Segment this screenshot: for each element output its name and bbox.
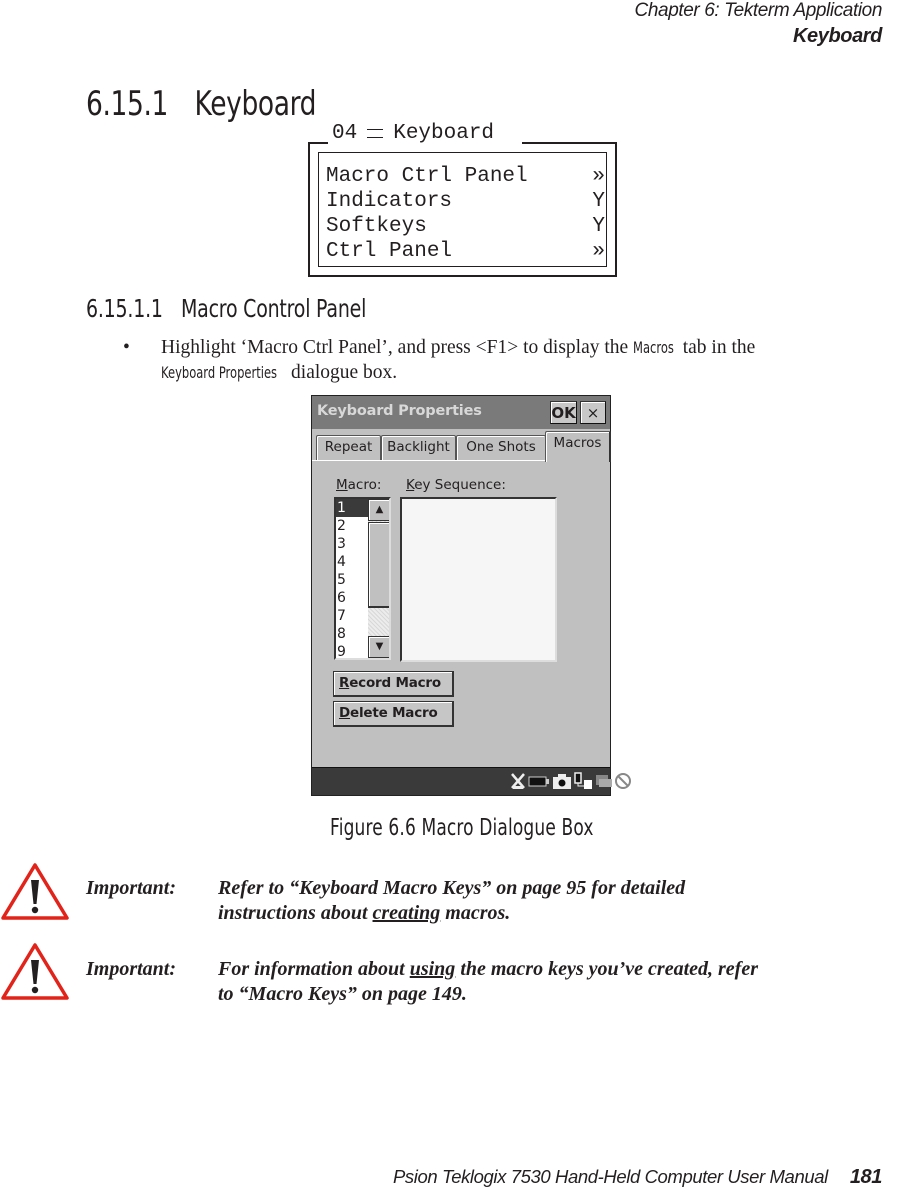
- menu-item-value: »: [592, 165, 605, 188]
- subsection-title: Macro Control Panel: [180, 294, 367, 323]
- ui-term-keyboard-properties: Keyboard Properties: [161, 363, 278, 382]
- macro-list-item[interactable]: 8: [336, 625, 369, 643]
- tab-macros[interactable]: Macros: [545, 431, 611, 462]
- tab-backlight[interactable]: Backlight: [381, 435, 456, 460]
- menu-item-label: Softkeys: [326, 215, 427, 238]
- dialog-title: Keyboard Properties: [317, 403, 482, 419]
- note-text: instructions about: [218, 902, 373, 924]
- scroll-up-arrow-icon[interactable]: ▲: [368, 499, 389, 521]
- menu-item-label: Indicators: [326, 190, 453, 213]
- page-footer: Psion Teklogix 7530 Hand-Held Computer U…: [393, 1166, 882, 1189]
- macro-listbox[interactable]: 1 2 3 4 5 6 7 8 9 ▲ ▼: [334, 497, 391, 660]
- screen-number: 04: [332, 122, 358, 145]
- macro-list-item[interactable]: 3: [336, 535, 369, 553]
- important-note-text: For information about using the macro ke…: [218, 957, 858, 1007]
- text-part: tab in the: [677, 337, 756, 358]
- text-part: dialogue box.: [286, 362, 398, 383]
- tab-bar: Repeat Backlight One Shots Macros: [316, 431, 611, 462]
- delete-macro-button[interactable]: Delete Macro: [333, 701, 454, 727]
- label-text: acro:: [347, 477, 382, 493]
- warning-icon: [1, 943, 69, 1000]
- screen-title: Keyboard: [393, 122, 495, 145]
- tab-one-shots[interactable]: One Shots: [456, 435, 546, 460]
- menu-item-value: Y: [592, 215, 605, 238]
- key-sequence-field[interactable]: [400, 497, 557, 662]
- figure-caption: Figure 6.6 Macro Dialogue Box: [330, 815, 594, 841]
- note-line: to “Macro Keys” on page 149.: [218, 983, 467, 1005]
- terminal-menu-screen: 04 Keyboard Macro Ctrl Panel » Indicator…: [308, 122, 617, 277]
- menu-item-indicators[interactable]: Indicators Y: [326, 189, 605, 214]
- no-network-icon: [510, 772, 526, 790]
- menu-item-value: »: [592, 240, 605, 263]
- note-text: For information about: [218, 958, 410, 980]
- terminal-menu-rows: Macro Ctrl Panel » Indicators Y Softkeys…: [326, 164, 605, 264]
- ui-term-macros: Macros: [633, 338, 674, 357]
- button-label: elete Macro: [350, 705, 438, 721]
- bullet-text: Highlight ‘Macro Ctrl Panel’, and press …: [161, 335, 843, 385]
- menu-item-label: Macro Ctrl Panel: [326, 165, 528, 188]
- section-number: 6.15.1: [86, 84, 169, 124]
- section-heading: 6.15.1 Keyboard: [86, 84, 316, 124]
- tab-repeat[interactable]: Repeat: [316, 435, 381, 460]
- accel-key: K: [406, 477, 415, 493]
- subsection-heading: 6.15.1.1 Macro Control Panel: [86, 294, 366, 323]
- macro-list-scrollbar[interactable]: ▲ ▼: [368, 499, 389, 658]
- menu-item-macro-ctrl-panel[interactable]: Macro Ctrl Panel »: [326, 164, 605, 189]
- accel-key: D: [339, 705, 351, 721]
- dialog-titlebar: Keyboard Properties OK ×: [312, 396, 610, 429]
- text-part: Highlight ‘Macro Ctrl Panel’, and press …: [161, 337, 634, 358]
- title-separator: [367, 129, 384, 138]
- running-header-chapter: Chapter 6: Tekterm Application: [634, 0, 883, 21]
- menu-item-value: Y: [592, 190, 605, 213]
- macro-list-item[interactable]: 1: [336, 499, 369, 517]
- instruction-bullet: • Highlight ‘Macro Ctrl Panel’, and pres…: [123, 335, 843, 385]
- macro-list-item[interactable]: 6: [336, 589, 369, 607]
- important-note-text: Refer to “Keyboard Macro Keys” on page 9…: [218, 876, 858, 926]
- macro-list-item[interactable]: 2: [336, 517, 369, 535]
- camera-icon: [552, 772, 572, 790]
- keyboard-properties-dialog: Keyboard Properties OK × Repeat Backligh…: [311, 395, 631, 796]
- macro-list-item[interactable]: 7: [336, 607, 369, 625]
- macro-list-item[interactable]: 5: [336, 571, 369, 589]
- terminal-menu-title: 04 Keyboard: [328, 122, 523, 145]
- ok-button[interactable]: OK: [550, 401, 577, 424]
- scrollbar-thumb[interactable]: [368, 522, 389, 608]
- key-sequence-label: Key Sequence:: [406, 477, 506, 493]
- page-number: 181: [849, 1166, 883, 1188]
- label-text: ey Sequence:: [414, 477, 506, 493]
- accel-key: M: [336, 477, 348, 493]
- menu-item-softkeys[interactable]: Softkeys Y: [326, 214, 605, 239]
- manual-title: Psion Teklogix 7530 Hand-Held Computer U…: [392, 1166, 828, 1187]
- no-symbol-icon: [614, 772, 632, 790]
- warning-icon: [1, 863, 69, 920]
- macro-label: Macro:: [336, 477, 381, 493]
- scroll-down-arrow-icon[interactable]: ▼: [368, 636, 389, 658]
- menu-item-label: Ctrl Panel: [326, 240, 453, 263]
- close-button[interactable]: ×: [580, 401, 606, 424]
- macro-list-item[interactable]: 9: [336, 643, 369, 658]
- accel-key: R: [339, 675, 350, 691]
- important-label: Important:: [86, 958, 177, 980]
- record-macro-button[interactable]: Record Macro: [333, 671, 454, 697]
- subsection-number: 6.15.1.1: [86, 294, 163, 323]
- note-text: the macro keys you’ve created, refer: [455, 958, 758, 980]
- macro-list-item[interactable]: 4: [336, 553, 369, 571]
- battery-icon: [528, 772, 550, 790]
- menu-item-ctrl-panel[interactable]: Ctrl Panel »: [326, 239, 605, 264]
- emphasis-using: using: [409, 958, 456, 980]
- bullet-symbol: •: [123, 337, 130, 358]
- note-line: Refer to “Keyboard Macro Keys” on page 9…: [218, 877, 686, 899]
- emphasis-creating: creating: [372, 902, 441, 924]
- button-label: ecord Macro: [349, 675, 441, 691]
- running-header-section: Keyboard: [792, 25, 882, 47]
- important-label: Important:: [86, 877, 177, 899]
- status-bar: [312, 767, 631, 795]
- connection-icon: [574, 772, 594, 790]
- note-text: macros.: [440, 902, 511, 924]
- printer-icon: [594, 772, 614, 790]
- section-title: Keyboard: [194, 84, 317, 124]
